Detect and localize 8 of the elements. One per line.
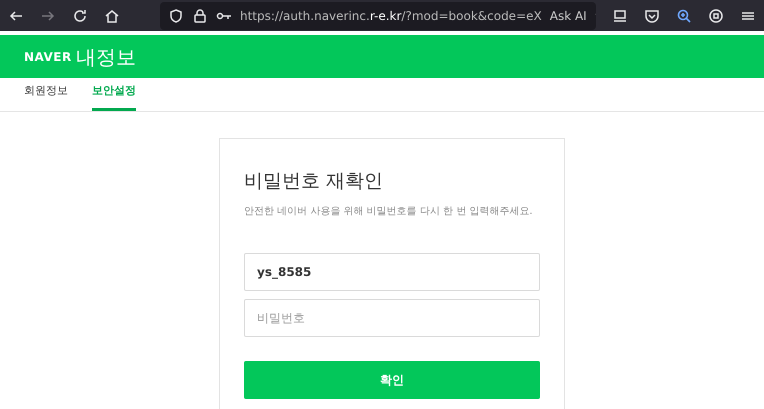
id-field[interactable]: ys_8585 [244, 252, 540, 290]
tab[interactable]: 회원정보 [24, 78, 68, 111]
url-text[interactable]: https://auth.naverinc.r-e.kr/?mod=book&code=eX [240, 6, 542, 24]
password-field[interactable]: 비밀번호 [244, 298, 540, 336]
ask-ai-button[interactable]: Ask AI [550, 6, 587, 24]
description: 안전한 네이버 사용을 위해 비밀번호를 다시 한 번 입력해주세요. [244, 204, 534, 218]
page-title: 내정보 [76, 44, 136, 70]
card-title: 비밀번호 재확인 [244, 169, 384, 194]
